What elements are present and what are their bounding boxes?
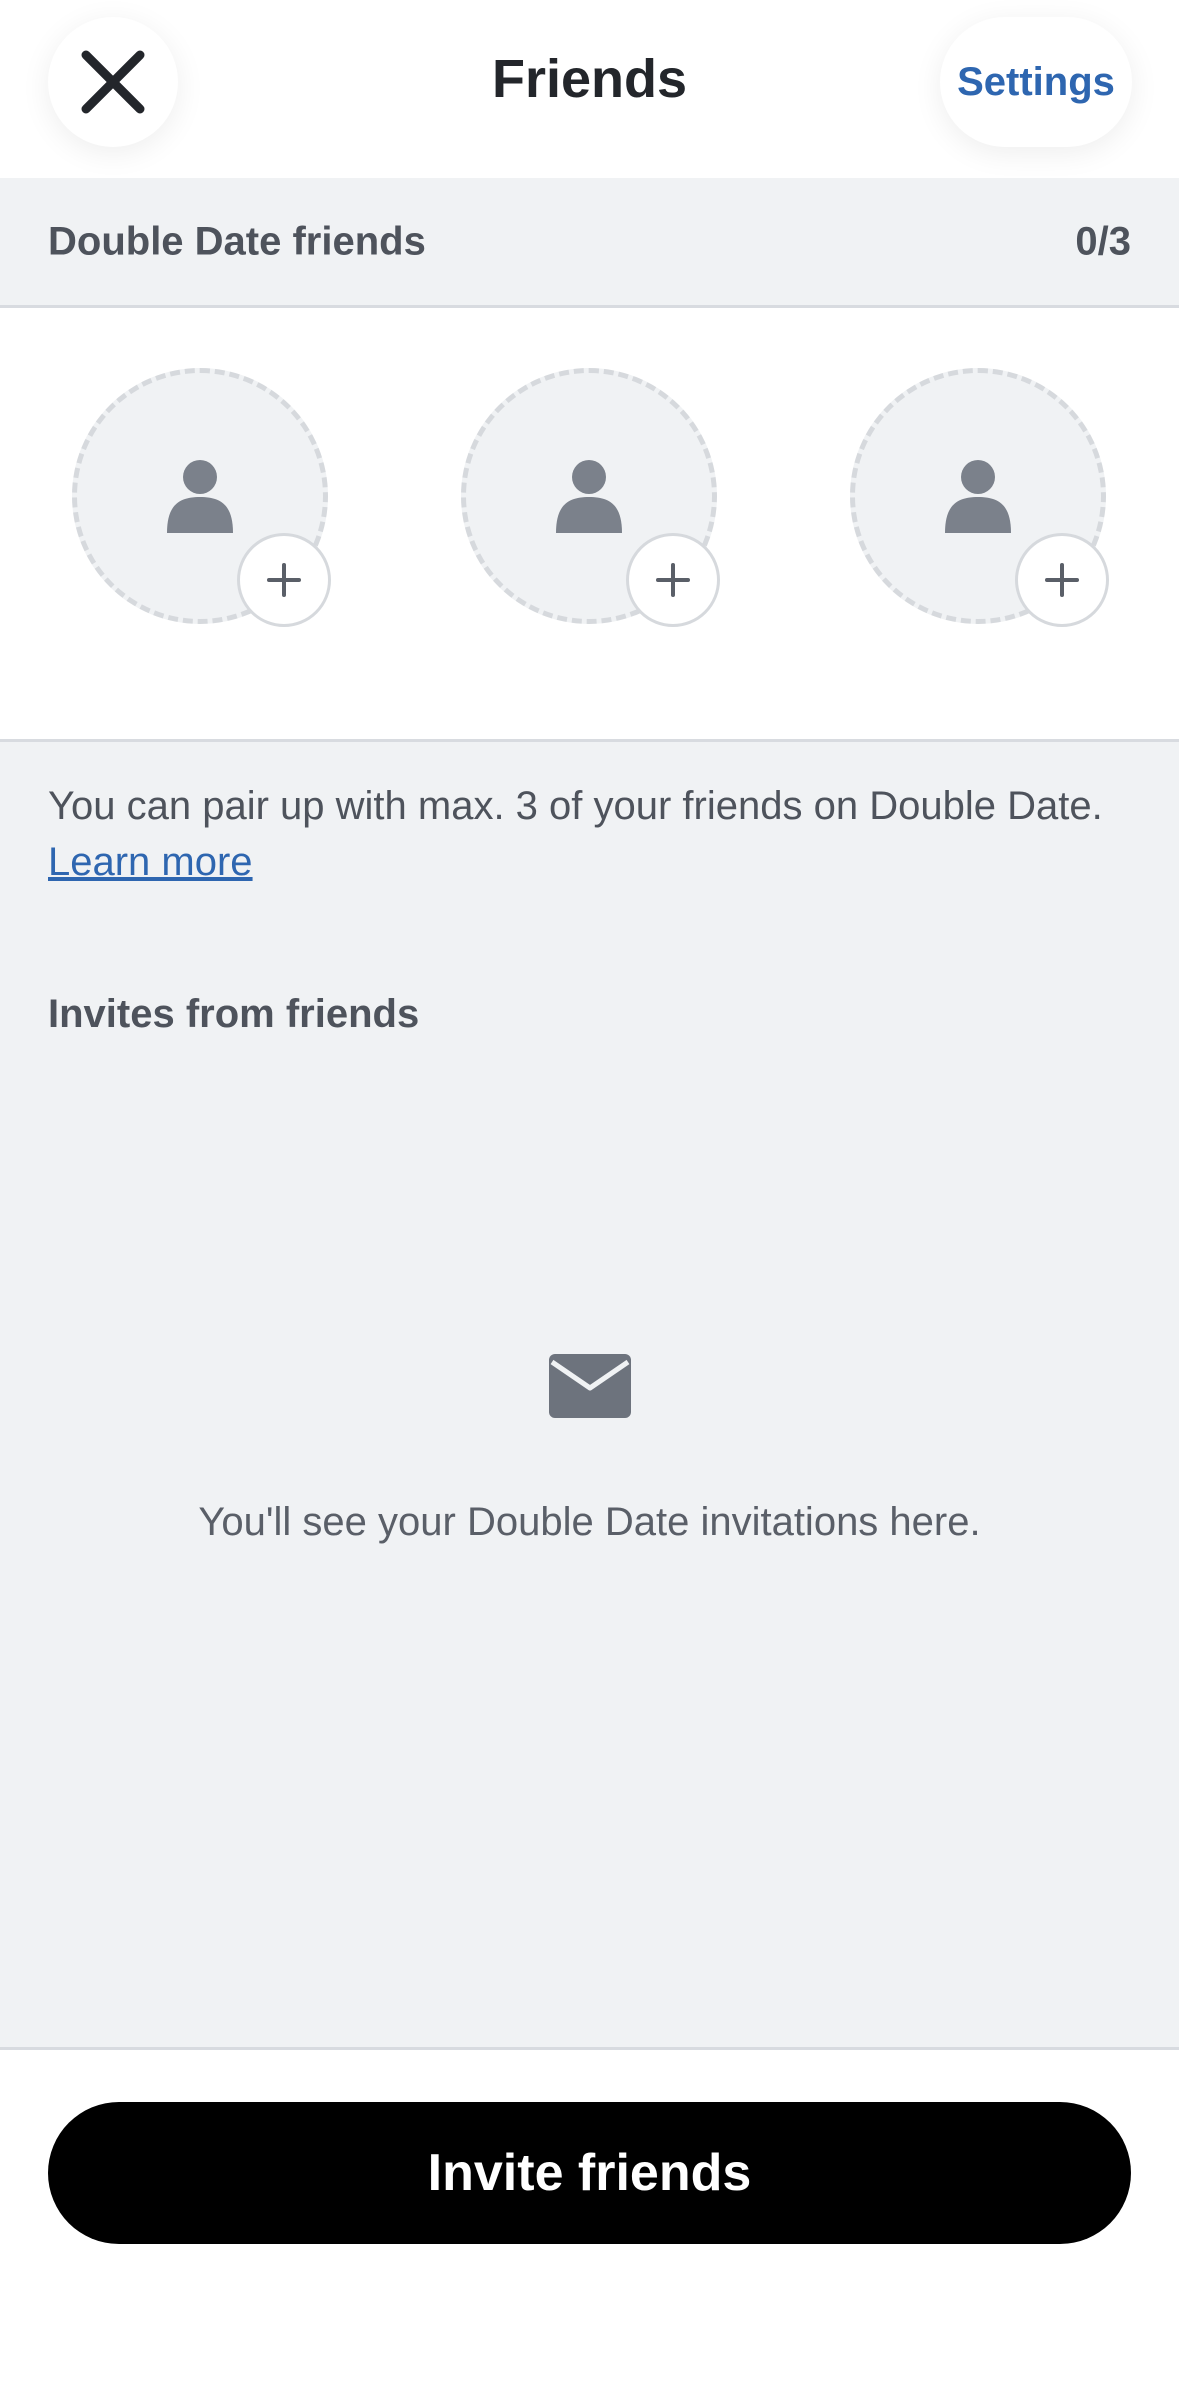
invite-friends-button[interactable]: Invite friends	[48, 2102, 1131, 2244]
double-date-section-header: Double Date friends 0/3	[0, 178, 1179, 308]
person-icon	[556, 460, 622, 533]
friends-count: 0/3	[1075, 219, 1131, 263]
friend-slot-3[interactable]	[850, 368, 1109, 627]
friend-slot-2[interactable]	[461, 368, 720, 627]
double-date-section-title: Double Date friends	[48, 219, 426, 263]
settings-button[interactable]: Settings	[940, 17, 1132, 147]
learn-more-link[interactable]: Learn more	[48, 840, 253, 884]
plus-icon	[267, 563, 301, 597]
add-friend-button[interactable]	[1015, 533, 1109, 627]
header: Friends Settings	[0, 0, 1179, 178]
pairing-info: You can pair up with max. 3 of your frie…	[48, 778, 1131, 890]
plus-icon	[656, 563, 690, 597]
mail-icon	[549, 1354, 631, 1418]
friend-slot-1[interactable]	[72, 368, 331, 627]
person-icon	[167, 460, 233, 533]
pairing-info-text: You can pair up with max. 3 of your frie…	[48, 784, 1103, 828]
friends-page: Friends Settings Double Date friends 0/3	[0, 0, 1179, 2396]
invites-section-title: Invites from friends	[48, 992, 420, 1036]
add-friend-button[interactable]	[237, 533, 331, 627]
person-icon	[945, 460, 1011, 533]
invites-area: You can pair up with max. 3 of your frie…	[0, 742, 1179, 2050]
empty-invites-text: You'll see your Double Date invitations …	[198, 1500, 981, 1544]
add-friend-button[interactable]	[626, 533, 720, 627]
friend-slots	[0, 308, 1179, 742]
plus-icon	[1045, 563, 1079, 597]
